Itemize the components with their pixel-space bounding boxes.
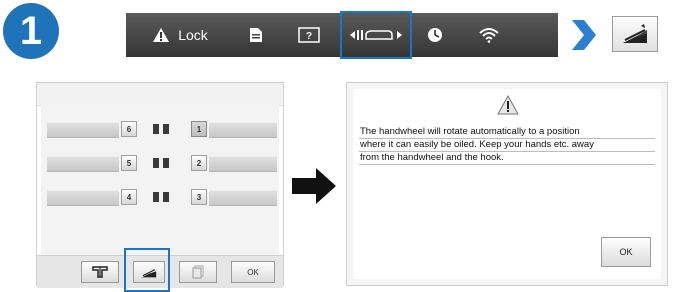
needle-rail [209,190,277,206]
oil-button[interactable] [612,16,658,52]
needle-button-2[interactable]: 2 [191,155,207,171]
svg-text:?: ? [306,31,312,42]
needle-marker [153,124,159,134]
ok-button[interactable]: OK [601,237,651,267]
step-number: 1 [19,8,43,53]
needle-rail [209,156,277,172]
needle-rail [47,190,119,206]
needle-marker [153,192,159,202]
highlight-frame [124,248,170,292]
message-line: The handwheel will rotate automatically … [359,126,655,139]
needle-bar-panel: 6 1 5 2 4 3 [41,105,279,257]
needle-position-icon [350,30,402,40]
needle-button-3[interactable]: 3 [191,189,207,205]
needle-rail [209,122,277,138]
needle-rail [47,156,119,172]
needle-rail [47,122,119,138]
wifi-icon [479,28,499,43]
clock-icon [428,28,442,42]
ok-button-left[interactable]: OK [231,261,275,283]
warning-icon [497,95,519,115]
warning-icon [153,28,170,42]
copy-button[interactable] [179,261,217,283]
needle-marker [153,158,159,168]
dialog-body: The handwheel will rotate automatically … [353,89,661,279]
document-button[interactable] [234,13,278,57]
message-line: from the handwheel and the hook. [359,152,655,165]
top-toolbar: Lock ? [126,11,558,59]
arrow-right-icon [292,168,336,204]
lock-button[interactable]: Lock [126,13,234,57]
presser-foot-button[interactable] [81,261,119,283]
screen-header [37,83,283,106]
step-badge: 1 [3,3,59,59]
presser-foot-icon [92,266,108,278]
help-icon: ? [298,27,320,43]
oiling-dialog-screen: The handwheel will rotate automatically … [346,82,668,286]
wifi-button[interactable] [458,13,520,57]
document-icon [250,28,262,42]
needle-marker [163,192,169,202]
oiler-icon [623,24,647,43]
message-line: where it can easily be oiled. Keep your … [359,139,655,152]
dialog-message: The handwheel will rotate automatically … [359,126,655,165]
clock-button[interactable] [412,13,458,57]
copy-icon [192,265,204,279]
needle-position-button[interactable] [340,11,412,59]
needle-button-6[interactable]: 6 [121,121,137,137]
needle-marker [163,158,169,168]
needle-button-5[interactable]: 5 [121,155,137,171]
needle-button-1[interactable]: 1 [191,121,207,137]
chevron-right-icon [572,20,596,50]
help-button[interactable]: ? [278,13,340,57]
needle-button-4[interactable]: 4 [121,189,137,205]
needle-marker [163,124,169,134]
lock-label: Lock [178,27,208,43]
